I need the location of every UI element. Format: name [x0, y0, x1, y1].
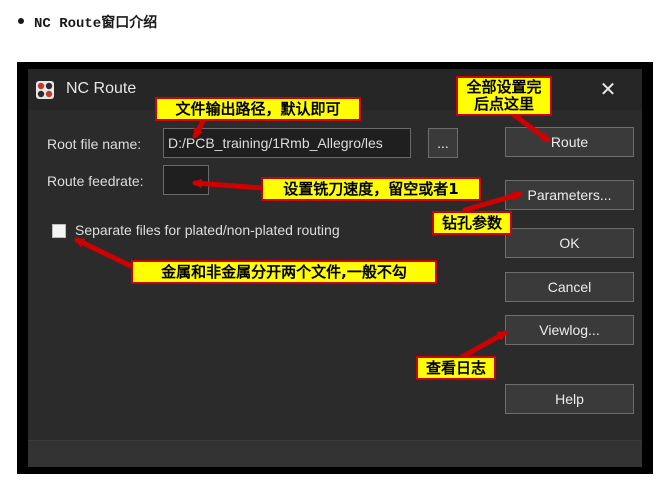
arrow-viewlog — [457, 330, 508, 361]
annotation-arrows — [74, 109, 551, 361]
annotation-route-line1: 全部设置完 — [466, 78, 542, 96]
annotation-view-log: 查看日志 — [416, 356, 496, 380]
arrow-separate-files — [74, 237, 138, 271]
annotation-separate-files: 金属和非金属分开两个文件,一般不勾 — [131, 260, 437, 284]
annotation-drill-params: 钻孔参数 — [432, 211, 512, 235]
annotation-output-path: 文件输出路径，默认即可 — [155, 97, 361, 121]
annotation-feedrate: 设置铣刀速度，留空或者1 — [261, 177, 481, 201]
annotation-route-line2: 后点这里 — [473, 95, 534, 114]
annotation-route: 全部设置完 后点这里 — [456, 76, 552, 116]
arrow-route — [507, 109, 551, 143]
arrow-feedrate — [192, 178, 265, 191]
